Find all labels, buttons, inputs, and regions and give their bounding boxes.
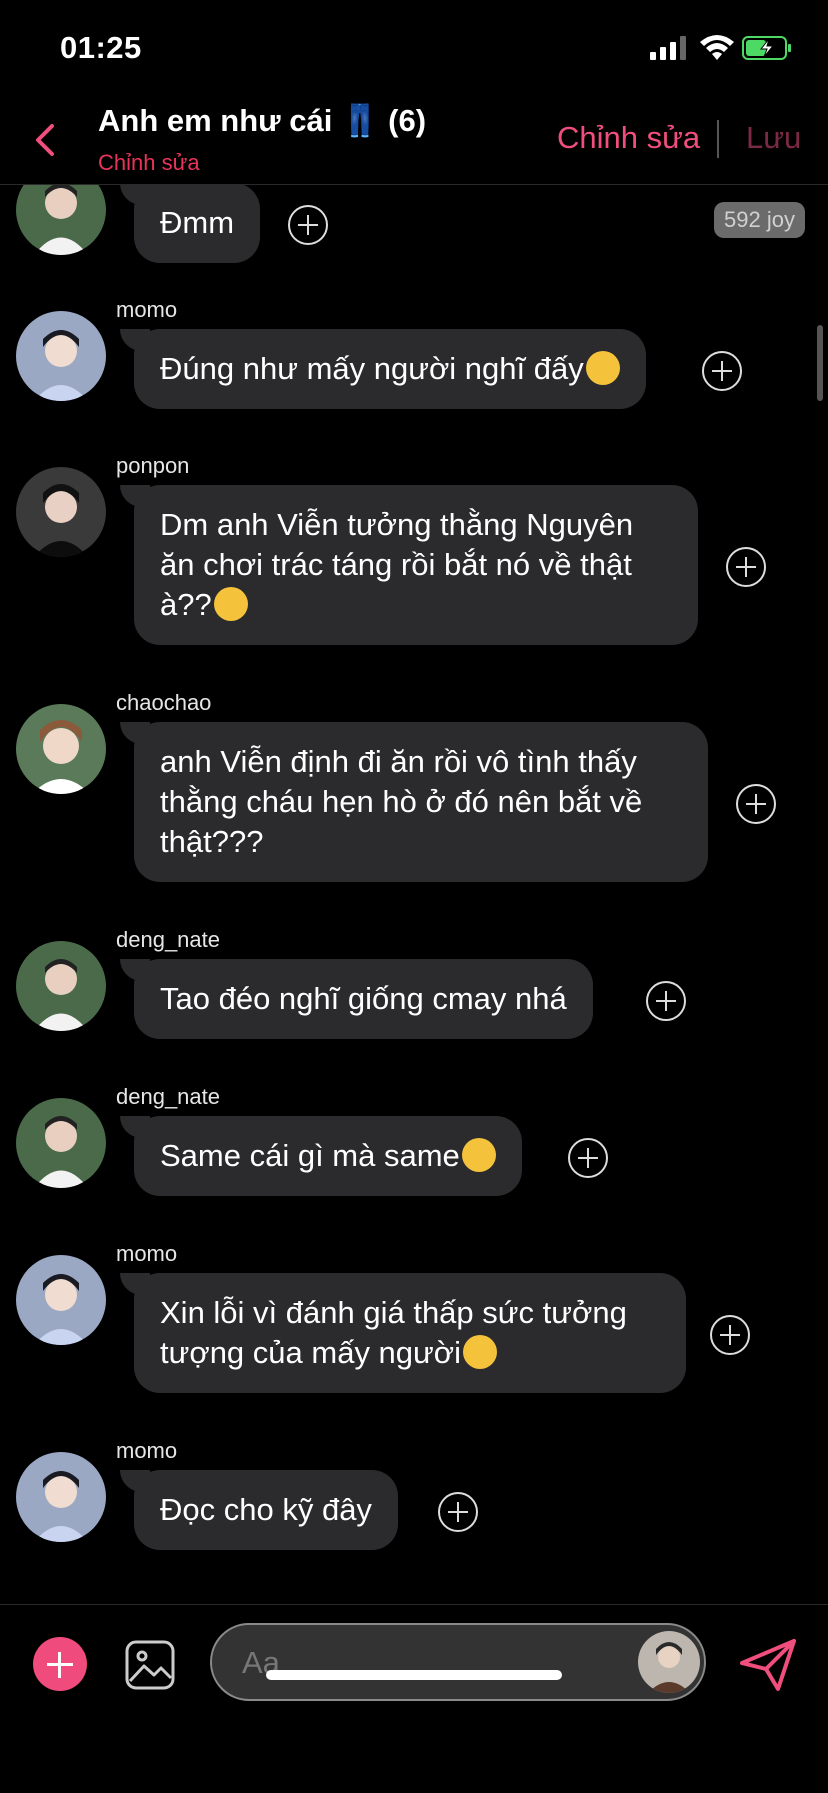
add-reaction-icon[interactable]	[702, 351, 742, 391]
add-reaction-icon[interactable]	[438, 1492, 478, 1532]
message-text: Đúng như mấy người nghĩ đấy	[160, 351, 584, 386]
add-reaction-icon[interactable]	[288, 205, 328, 245]
add-reaction-icon[interactable]	[568, 1138, 608, 1178]
avatar[interactable]	[16, 185, 106, 255]
avatar[interactable]	[16, 311, 106, 401]
chat-header: Anh em như cái 👖 (6) Chỉnh sửa Chỉnh sửa…	[0, 96, 828, 185]
avatar[interactable]	[16, 1098, 106, 1188]
status-bar: 01:25	[0, 0, 828, 96]
sender-name: momo	[116, 1438, 178, 1463]
message-bubble[interactable]: Xin lỗi vì đánh giá thấp sức tưởng tượng…	[120, 1273, 686, 1393]
message-text: tượng của mấy người	[160, 1335, 462, 1370]
flushed-face-icon	[213, 587, 248, 621]
message-text: anh Viễn định đi ăn rồi vô tình thấy	[160, 744, 637, 779]
message-text: ăn chơi trác táng rồi bắt nó về thật	[160, 547, 632, 582]
message-bubble[interactable]: Tao đéo nghĩ giống cmay nhá	[120, 959, 593, 1039]
joy-badge: 592 joy	[714, 202, 805, 238]
avatar[interactable]	[16, 704, 106, 794]
message-text: thật???	[160, 824, 264, 859]
sender-name: chaochao	[116, 690, 212, 715]
avatar[interactable]	[16, 1255, 106, 1345]
add-reaction-icon[interactable]	[646, 981, 686, 1021]
message-text: Same cái gì mà same	[160, 1138, 460, 1173]
status-time: 01:25	[60, 30, 142, 65]
battery-charging-icon	[742, 36, 791, 60]
message-input-field[interactable]	[210, 1623, 706, 1701]
message-bubble[interactable]: anh Viễn định đi ăn rồi vô tình thấy thằ…	[120, 722, 708, 882]
message-list[interactable]: 592 joy deng_nate Đmm momo Đúng như mấy …	[0, 185, 828, 1605]
message-text: à??	[160, 587, 212, 622]
avatar[interactable]	[16, 941, 106, 1031]
add-reaction-icon[interactable]	[736, 784, 776, 824]
message-text: thằng cháu hẹn hò ở đó nên bắt về	[160, 784, 643, 819]
sender-name: deng_nate	[116, 927, 220, 952]
add-reaction-icon[interactable]	[726, 547, 766, 587]
image-icon[interactable]	[124, 1639, 176, 1691]
message-text: Đọc cho kỹ đây	[160, 1492, 372, 1527]
sender-name: momo	[116, 1241, 178, 1266]
unamused-face-icon	[463, 1335, 498, 1369]
scrollbar[interactable]	[817, 325, 823, 401]
edit-button[interactable]: Chỉnh sửa	[557, 120, 700, 156]
send-icon[interactable]	[738, 1637, 798, 1693]
sender-name: ponpon	[116, 453, 190, 478]
message-bubble[interactable]: Đọc cho kỹ đây	[120, 1470, 398, 1550]
save-button[interactable]: Lưu	[746, 120, 801, 156]
message-bubble[interactable]: Đúng như mấy người nghĩ đấy	[120, 329, 646, 409]
composer-bar	[0, 1604, 828, 1793]
header-divider	[717, 120, 719, 158]
message-bubble[interactable]: Đmm	[119, 185, 261, 263]
chat-subtitle[interactable]: Chỉnh sửa	[98, 150, 200, 176]
home-indicator[interactable]	[266, 1670, 562, 1680]
message-text: Xin lỗi vì đánh giá thấp sức tưởng	[160, 1295, 627, 1330]
back-chevron-icon[interactable]	[30, 118, 60, 162]
message-bubble[interactable]: Dm anh Viễn tưởng thằng Nguyên ăn chơi t…	[120, 485, 698, 645]
unamused-face-icon	[461, 1138, 496, 1172]
cellular-signal-icon	[650, 36, 686, 60]
message-bubble[interactable]: Same cái gì mà same	[120, 1116, 522, 1196]
message-text: Tao đéo nghĩ giống cmay nhá	[160, 981, 567, 1016]
message-text: Dm anh Viễn tưởng thằng Nguyên	[160, 507, 634, 542]
wifi-icon	[700, 35, 734, 60]
avatar[interactable]	[638, 1631, 700, 1693]
chat-title: Anh em như cái 👖 (6)	[98, 103, 427, 138]
sender-name: deng_nate	[116, 1084, 220, 1109]
add-reaction-icon[interactable]	[710, 1315, 750, 1355]
sender-name: momo	[116, 297, 178, 322]
avatar[interactable]	[16, 467, 106, 557]
avatar[interactable]	[16, 1452, 106, 1542]
plus-icon[interactable]	[33, 1637, 87, 1691]
message-text: Đmm	[160, 205, 235, 240]
sad-relieved-face-icon	[585, 351, 620, 385]
